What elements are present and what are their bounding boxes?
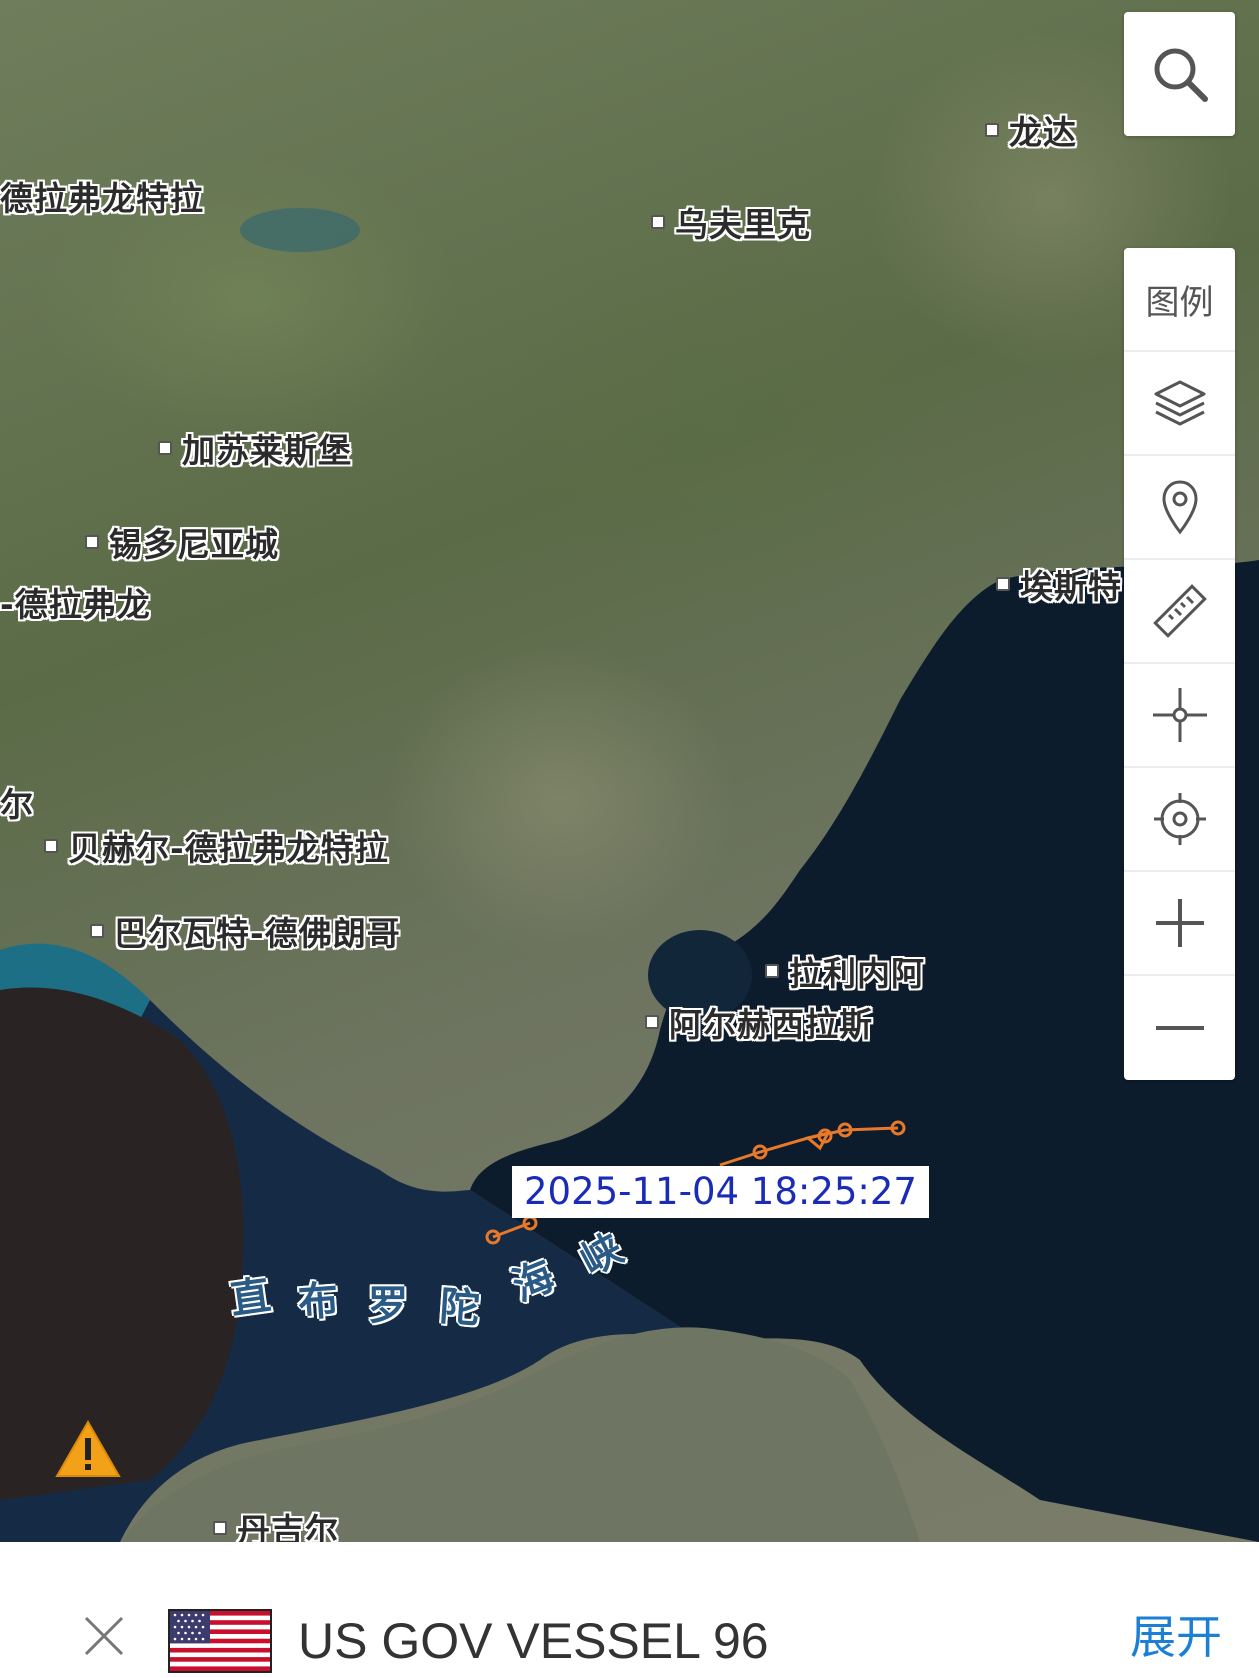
location-pin-icon — [1161, 480, 1198, 535]
layers-button[interactable] — [1124, 352, 1235, 456]
locate-target-icon — [1153, 793, 1206, 845]
zoom-out-button[interactable] — [1124, 976, 1235, 1080]
legend-button[interactable]: 图例 — [1124, 248, 1235, 352]
layers-icon — [1154, 380, 1205, 426]
search-button[interactable] — [1124, 12, 1235, 136]
us-flag-icon — [168, 1609, 272, 1673]
close-icon[interactable] — [82, 1614, 126, 1658]
map-view[interactable]: 龙达 德拉弗龙特拉 乌夫里克 加苏莱斯堡 锡多尼亚城 -德拉弗龙 埃斯特 尔 贝… — [0, 0, 1259, 1542]
vessel-track[interactable] — [0, 0, 1259, 1542]
zoom-in-button[interactable] — [1124, 872, 1235, 976]
warning-icon[interactable] — [55, 1420, 121, 1478]
crosshair-button[interactable] — [1124, 664, 1235, 768]
map-toolbar: 图例 — [1124, 248, 1235, 1080]
search-icon — [1154, 48, 1208, 102]
zoom-in-icon — [1155, 899, 1204, 947]
locate-target-button[interactable] — [1124, 768, 1235, 872]
track-timestamp: 2025-11-04 18:25:27 — [512, 1166, 929, 1218]
legend-label: 图例 — [1145, 282, 1214, 323]
ruler-icon — [1152, 584, 1207, 638]
zoom-out-icon — [1155, 1026, 1204, 1030]
ruler-button[interactable] — [1124, 560, 1235, 664]
location-pin-button[interactable] — [1124, 456, 1235, 560]
expand-button[interactable]: 展开 — [1130, 1605, 1222, 1669]
vessel-name: US GOV VESSEL 96 — [298, 1613, 769, 1669]
crosshair-icon — [1152, 688, 1207, 742]
